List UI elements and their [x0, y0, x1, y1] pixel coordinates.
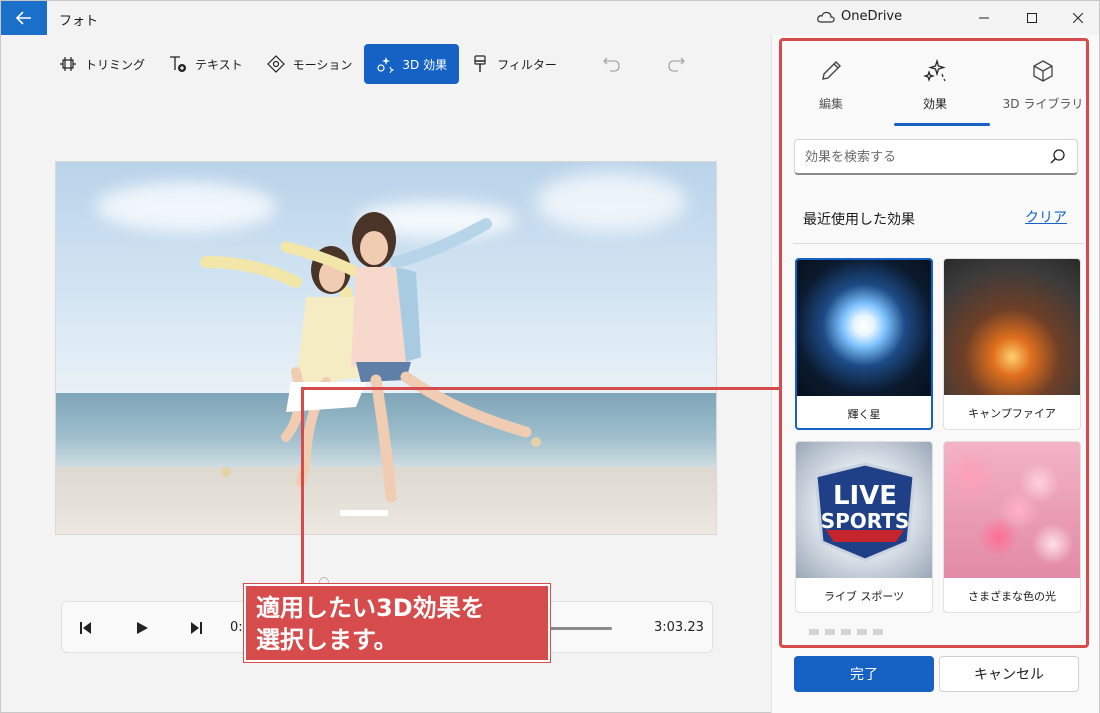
effect-thumbnail-live-sports: LIVE SPORTS [796, 442, 932, 578]
next-frame-icon [191, 622, 202, 634]
effect-thumbnail-campfire [944, 259, 1080, 395]
effect-card-live-sports[interactable]: LIVE SPORTS ライブ スポーツ [795, 441, 933, 613]
previous-frame-button[interactable] [76, 618, 96, 638]
tab-effects[interactable]: 効果 [885, 49, 985, 125]
filter-brush-icon [471, 55, 489, 73]
motion-button[interactable]: モーション [255, 44, 365, 84]
svg-text:LIVE: LIVE [833, 481, 897, 511]
text-button[interactable]: テキスト [157, 44, 255, 84]
pencil-icon [817, 57, 845, 85]
tab-edit[interactable]: 編集 [781, 49, 881, 125]
filter-label: フィルター [497, 57, 557, 72]
maximize-icon [1027, 13, 1037, 23]
recent-effects-heading: 最近使用した効果 [803, 212, 915, 228]
next-frame-button[interactable] [186, 618, 206, 638]
jumping-people-illustration [200, 212, 541, 503]
effect-thumbnail-star [797, 260, 931, 396]
close-button[interactable] [1055, 1, 1100, 35]
back-arrow-icon [16, 11, 31, 25]
undo-button[interactable] [591, 44, 633, 84]
effect-label: 輝く星 [847, 408, 881, 421]
close-icon [1073, 13, 1083, 23]
trim-icon [59, 55, 77, 73]
effect-card-colorful-lights[interactable]: さまざまな色の光 [943, 441, 1081, 613]
effects-search-input[interactable] [805, 147, 1045, 167]
instruction-callout: 適用したい3D効果を 選択します。 [244, 584, 550, 662]
effect-label: ライブ スポーツ [823, 590, 905, 603]
motion-icon [266, 55, 285, 73]
text-add-icon [169, 55, 187, 73]
tab-3d-library[interactable]: 3D ライブラリ [993, 49, 1093, 125]
effect-label: キャンプファイア [968, 407, 1056, 420]
back-button[interactable] [1, 1, 47, 35]
edit-toolbar: トリミング テキスト モーション 3D 効果 フィルター [47, 43, 697, 85]
current-time: 0: [230, 620, 243, 635]
effects-search-box[interactable] [794, 139, 1078, 175]
tab-3d-library-label: 3D ライブラリ [1002, 97, 1084, 111]
app-title: フォト [59, 14, 99, 29]
callout-line-2: 選択します。 [256, 626, 398, 654]
callout-leader-vertical [301, 387, 304, 587]
minimize-icon [979, 17, 989, 19]
redo-button[interactable] [655, 44, 697, 84]
play-icon [137, 622, 148, 634]
minimize-button[interactable] [961, 1, 1007, 35]
onedrive-button[interactable]: OneDrive [817, 9, 902, 24]
divider [793, 243, 1085, 244]
trim-label: トリミング [85, 57, 146, 72]
redo-icon [667, 55, 685, 73]
tab-effects-label: 効果 [922, 97, 947, 111]
effect-thumbnail-colorful-lights [944, 442, 1080, 578]
3d-effects-button[interactable]: 3D 効果 [364, 44, 460, 84]
motion-label: モーション [292, 57, 353, 72]
svg-text:SPORTS: SPORTS [821, 509, 910, 533]
search-icon[interactable] [1049, 148, 1067, 166]
cloud-icon [817, 11, 835, 23]
panel-tabs: 編集 効果 3D ライブラリ [781, 49, 1087, 127]
title-bar: フォト OneDrive [1, 1, 1099, 35]
photo-preview[interactable] [55, 161, 717, 535]
play-button[interactable] [132, 618, 152, 638]
maximize-button[interactable] [1009, 1, 1055, 35]
sparkle-icon [921, 57, 949, 85]
total-time: 3:03.23 [654, 620, 704, 635]
live-sports-logo: LIVE SPORTS [814, 462, 916, 562]
selected-tab-indicator [894, 123, 990, 126]
effect-label: さまざまな色の光 [968, 590, 1056, 603]
done-button[interactable]: 完了 [794, 656, 934, 692]
filter-button[interactable]: フィルター [459, 44, 569, 84]
effect-card-shining-star[interactable]: 輝く星 [795, 258, 933, 430]
next-section-hint [809, 629, 889, 635]
trim-button[interactable]: トリミング [47, 44, 157, 84]
frame-indicator [340, 510, 388, 516]
tab-edit-label: 編集 [818, 97, 843, 111]
photos-app-window: フォト OneDrive トリミング テキスト モーション 3D 効果 フィルタ… [0, 0, 1100, 713]
callout-line-1: 適用したい3D効果を [256, 594, 485, 622]
cancel-button[interactable]: キャンセル [939, 656, 1079, 692]
onedrive-label: OneDrive [841, 9, 903, 24]
undo-icon [602, 55, 621, 73]
cube-icon [1029, 57, 1057, 85]
3d-effects-label: 3D 効果 [402, 57, 448, 72]
effect-card-campfire[interactable]: キャンプファイア [943, 258, 1081, 430]
clear-recent-link[interactable]: クリア [1025, 207, 1067, 227]
3d-effects-icon [376, 55, 395, 73]
text-label: テキスト [195, 57, 243, 72]
previous-frame-icon [80, 622, 91, 634]
callout-leader-horizontal [301, 387, 781, 390]
